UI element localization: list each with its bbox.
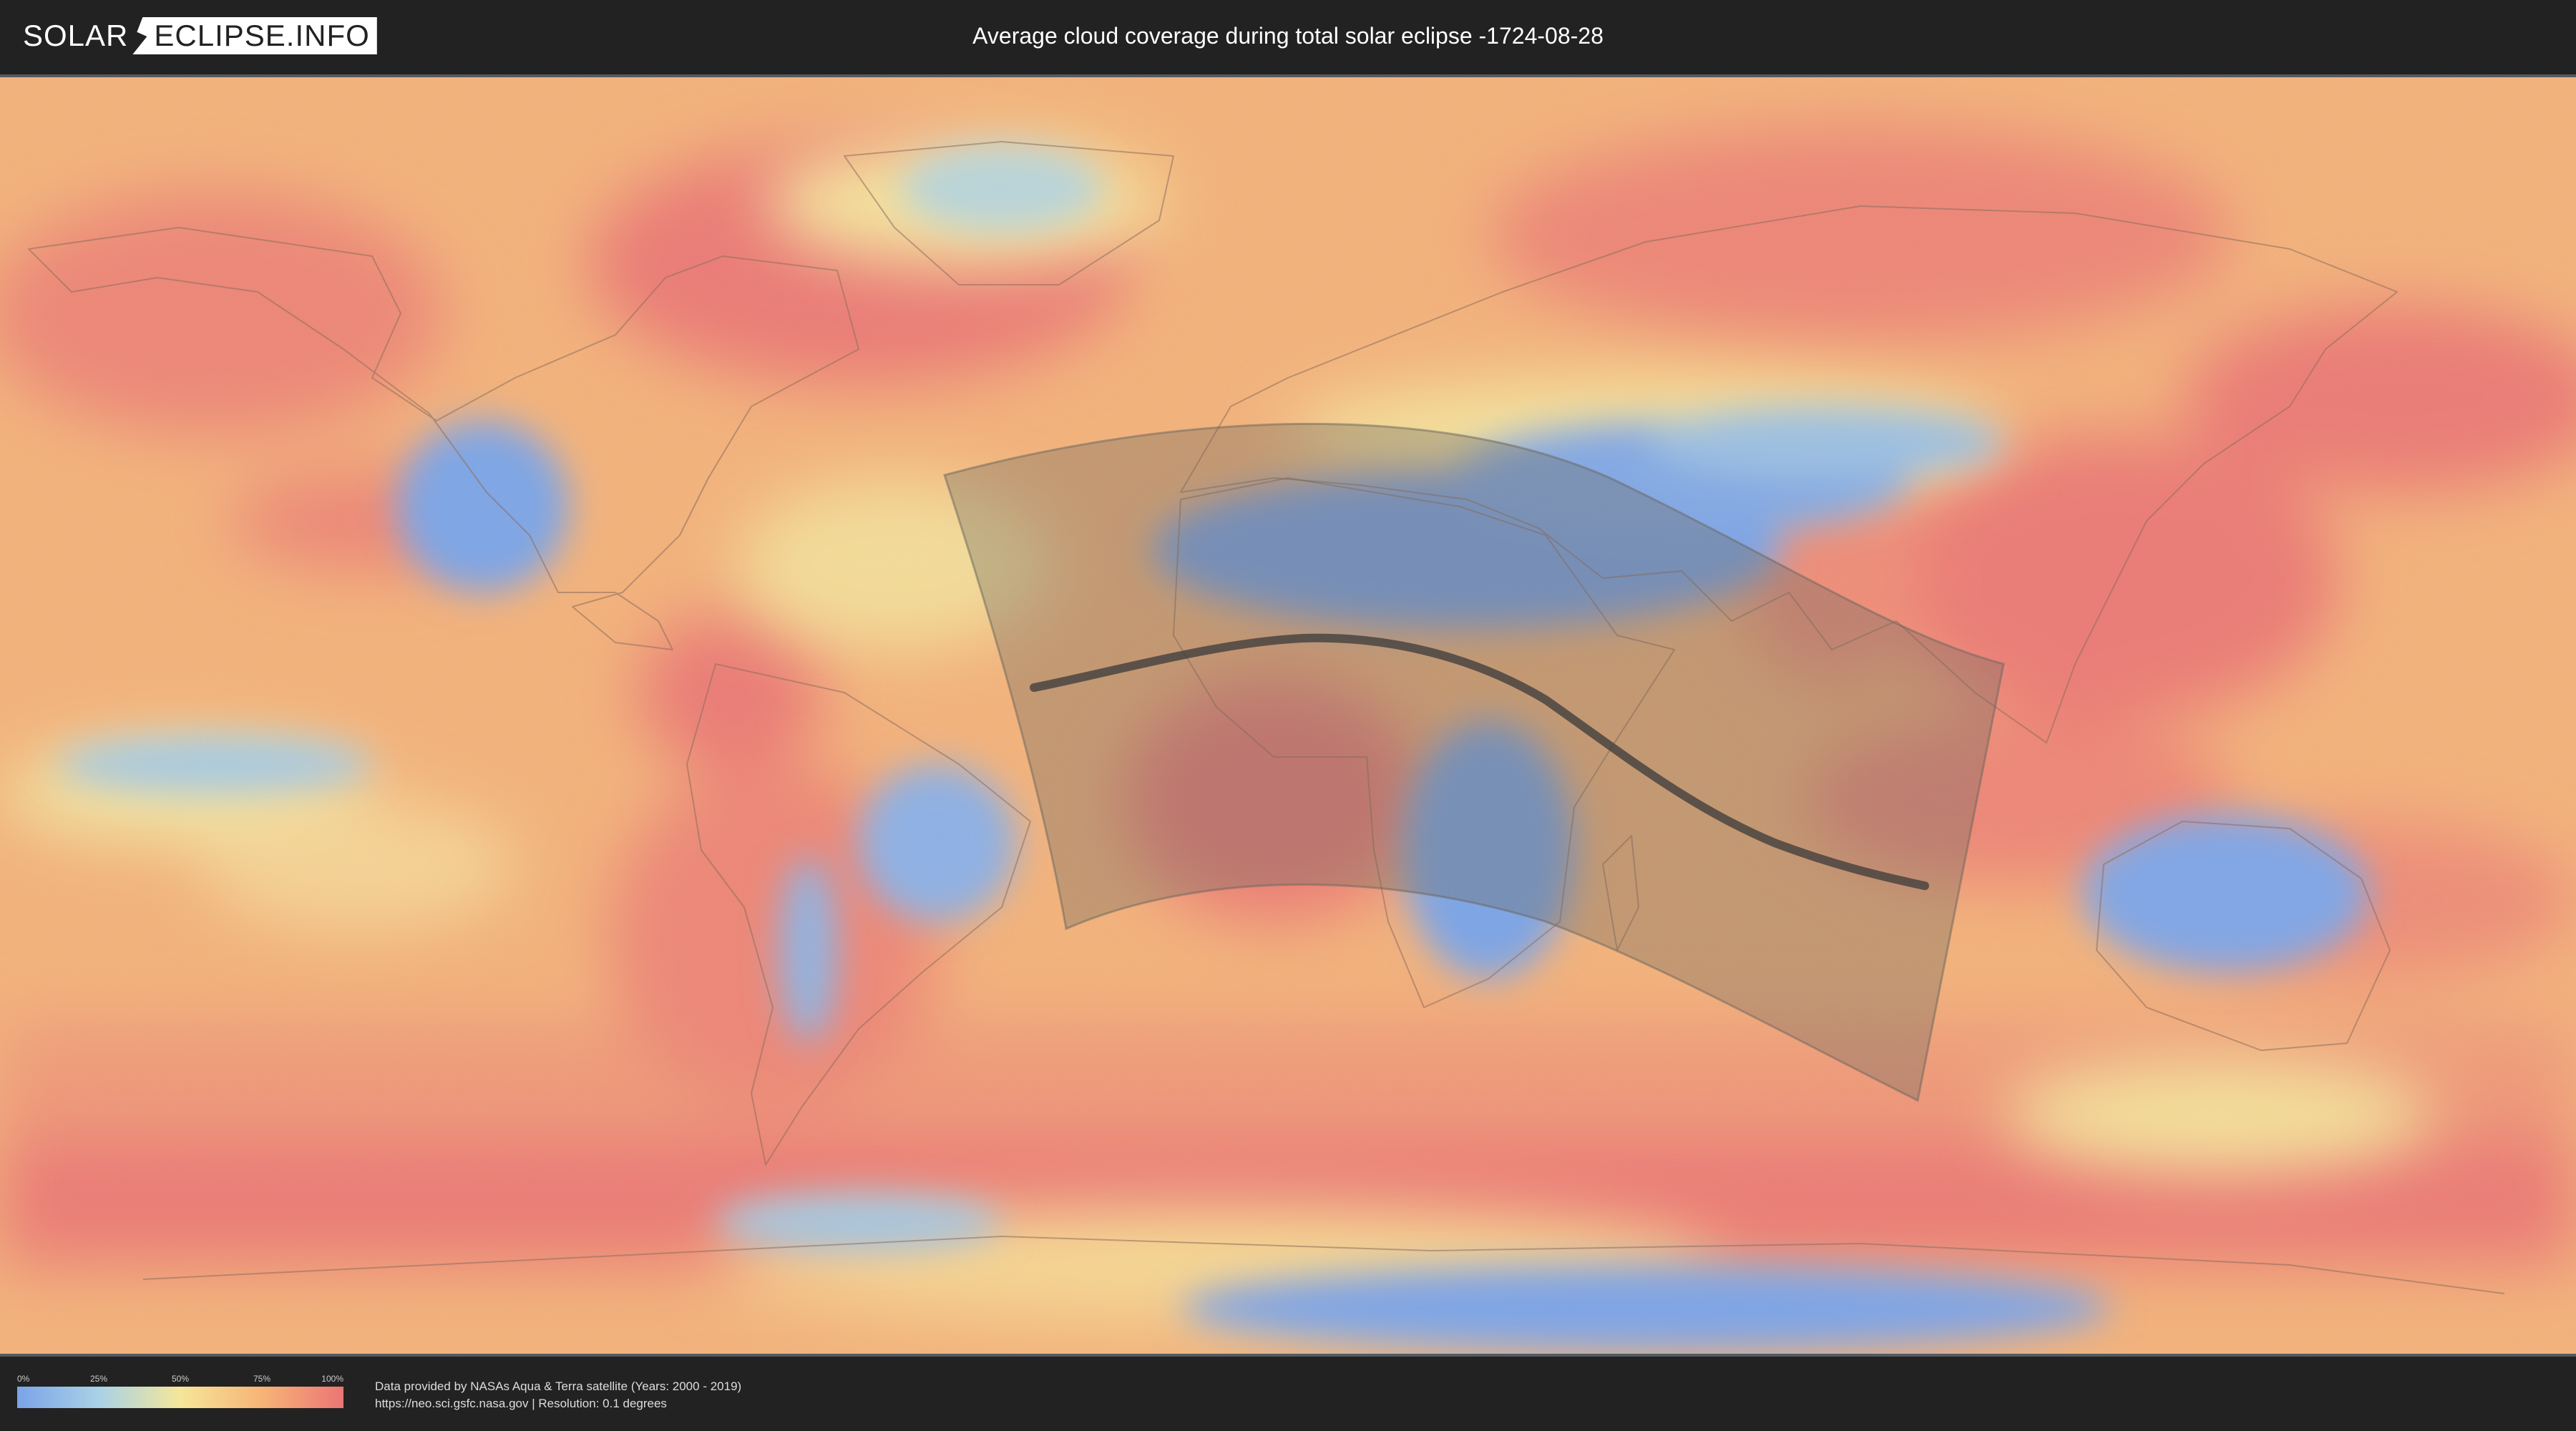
legend-ticks: 0% 25% 50% 75% 100% (17, 1374, 343, 1387)
data-credits: Data provided by NASAs Aqua & Terra sate… (375, 1378, 741, 1412)
legend-tick-75: 75% (253, 1374, 271, 1384)
legend-tick-50: 50% (171, 1374, 190, 1384)
legend-tick-100: 100% (321, 1374, 343, 1384)
cloud-coverage-legend: 0% 25% 50% 75% 100% (17, 1374, 343, 1408)
cloud-coverage-map (0, 74, 2576, 1357)
legend-color-bar (17, 1387, 343, 1408)
map-canvas (0, 77, 2576, 1354)
legend-tick-25: 25% (89, 1374, 108, 1384)
footer-bar: 0% 25% 50% 75% 100% Data provided by NAS… (0, 1357, 2576, 1431)
page-title: Average cloud coverage during total sola… (972, 23, 1604, 49)
legend-tick-0: 0% (17, 1374, 30, 1384)
credit-line-source: Data provided by NASAs Aqua & Terra sate… (375, 1379, 742, 1393)
header-bar: SOLAR ECLIPSE.INFO Average cloud coverag… (0, 0, 2576, 72)
credit-line-url: https://neo.sci.gsfc.nasa.gov | Resoluti… (375, 1397, 667, 1410)
